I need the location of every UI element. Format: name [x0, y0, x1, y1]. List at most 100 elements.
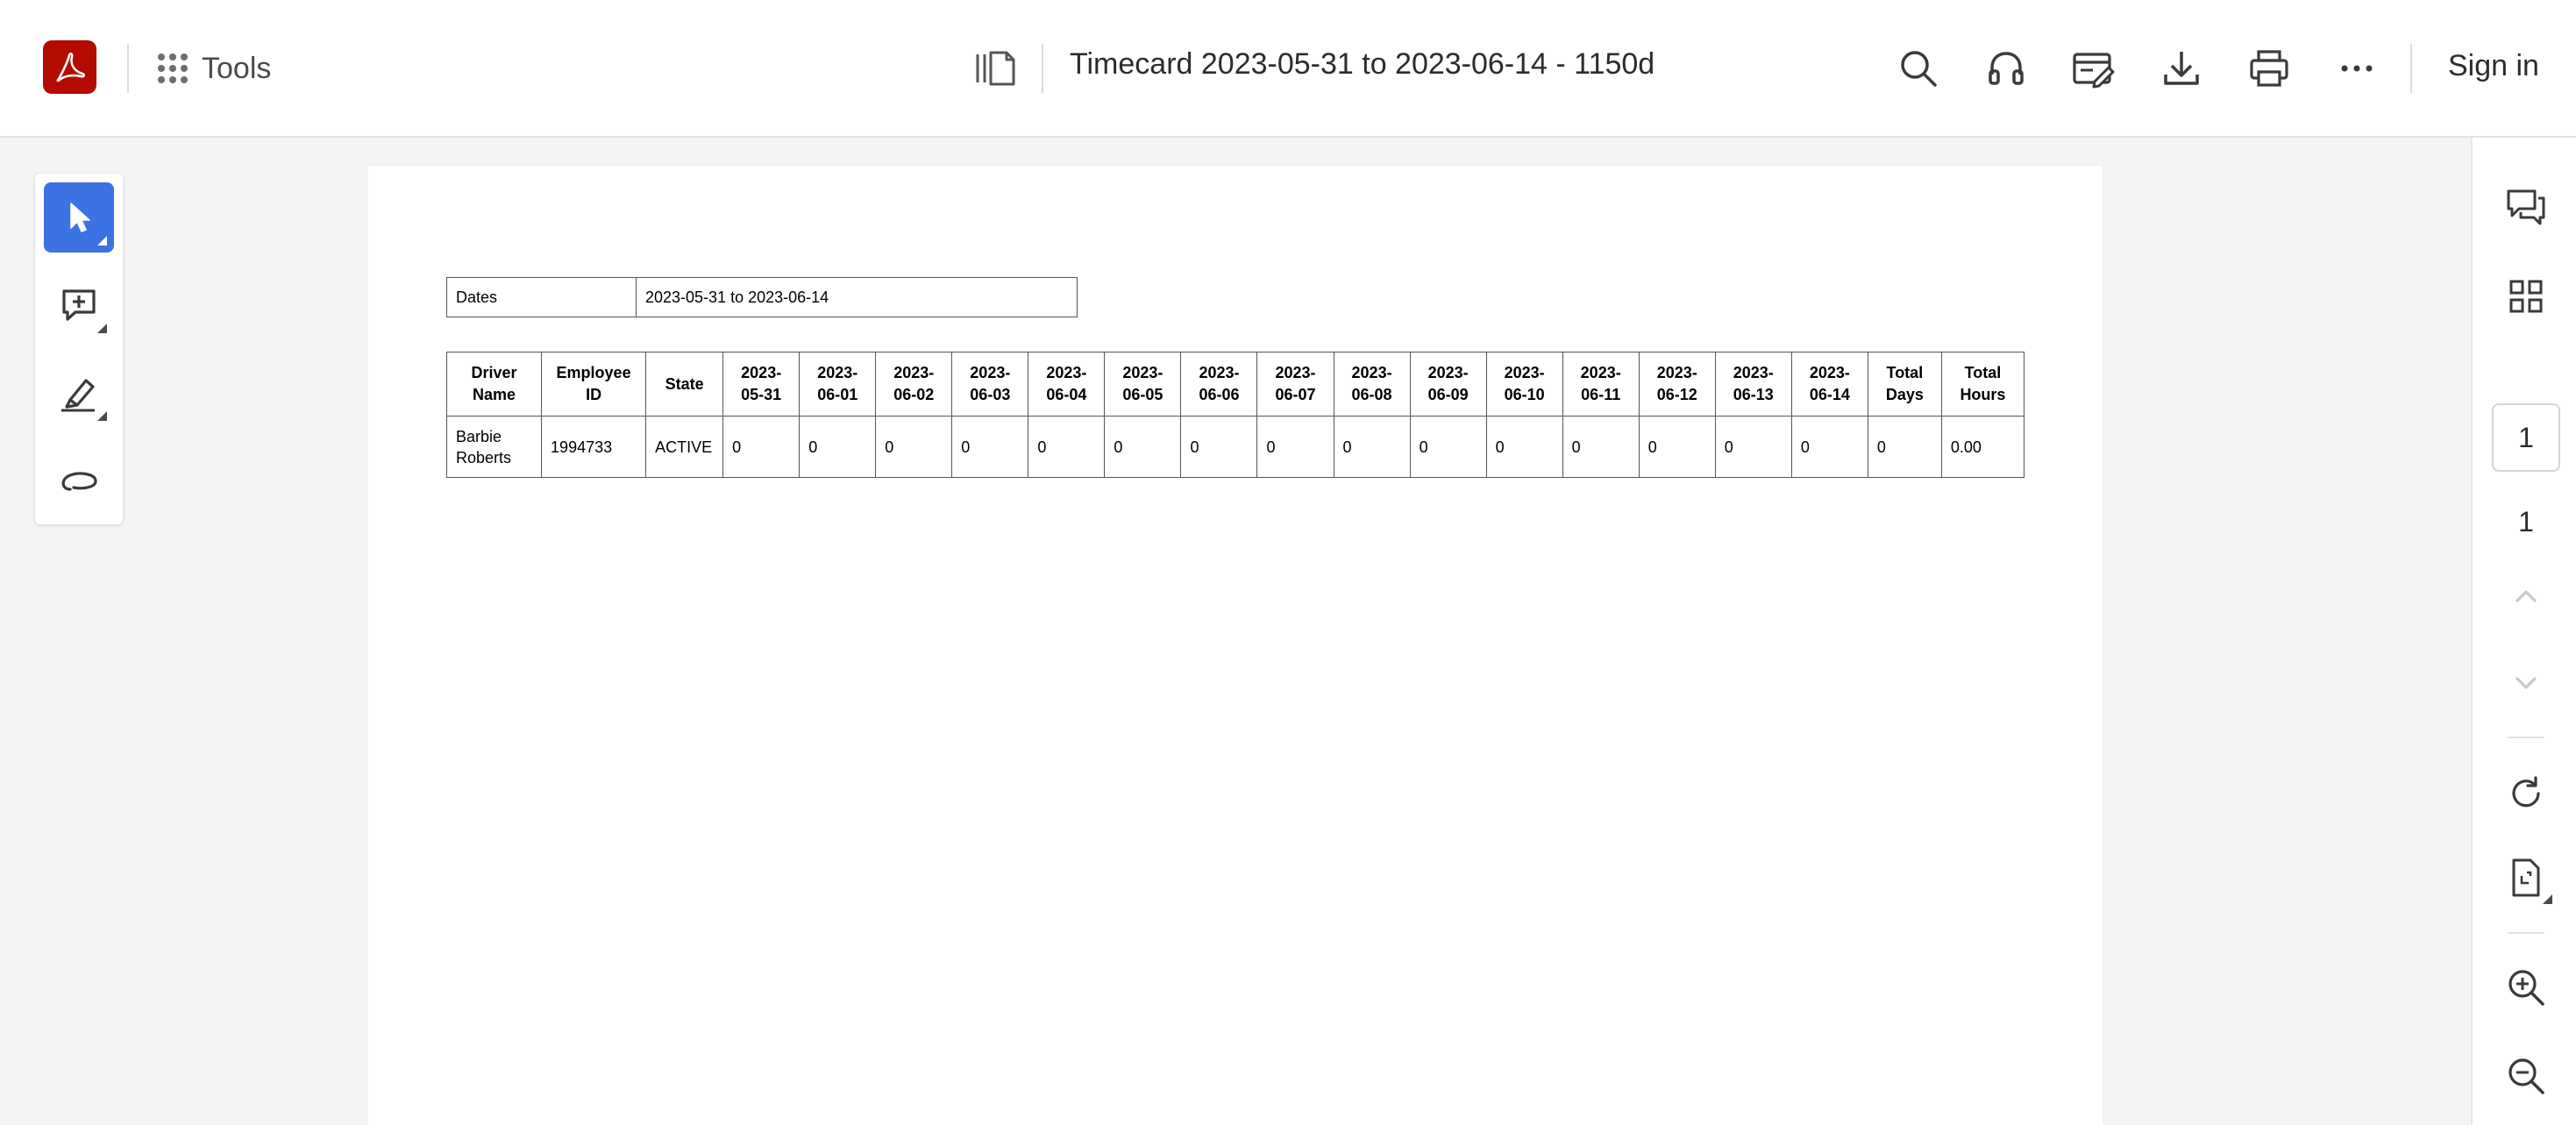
quick-tools-toolbar	[35, 174, 123, 524]
draw-tool-button[interactable]	[44, 445, 114, 516]
tools-label: Tools	[202, 51, 272, 85]
print-icon	[2250, 50, 2288, 87]
zoom-in-button[interactable]	[2503, 965, 2549, 1010]
highlight-tool-button[interactable]	[44, 358, 114, 428]
timecard-table: Driver Name Employee ID State 2023-05-31…	[445, 352, 2025, 478]
acrobat-logo[interactable]	[43, 40, 96, 94]
submenu-indicator-icon	[2543, 894, 2552, 904]
column-header: 2023-06-09	[1409, 352, 1487, 417]
read-aloud-button[interactable]	[1983, 46, 2029, 91]
table-cell: 0	[1409, 416, 1487, 478]
table-cell: 0	[1256, 416, 1334, 478]
page-thumbnails-button[interactable]	[2503, 274, 2549, 319]
zoom-out-button[interactable]	[2503, 1053, 2549, 1099]
column-header: 2023-06-05	[1104, 352, 1182, 417]
submenu-indicator-icon	[97, 236, 107, 246]
chevron-up-icon	[2516, 590, 2537, 602]
rotate-icon	[2512, 776, 2540, 808]
sign-icon	[2073, 53, 2115, 89]
next-page-button[interactable]	[2503, 660, 2549, 706]
add-comment-icon	[62, 289, 96, 321]
page-fit-button[interactable]	[2503, 855, 2552, 904]
fill-sign-button[interactable]	[2071, 46, 2117, 91]
more-options-button[interactable]	[2334, 46, 2380, 91]
divider	[1042, 44, 1043, 93]
column-header: 2023-06-11	[1562, 352, 1640, 417]
table-cell: 0	[951, 416, 1029, 478]
column-header: 2023-06-02	[875, 352, 953, 417]
document-page: Dates 2023-05-31 to 2023-06-14 Driver Na…	[368, 166, 2103, 1125]
column-header: 2023-05-31	[722, 352, 801, 417]
column-header: 2023-06-08	[1333, 352, 1411, 417]
table-cell: Barbie Roberts	[445, 416, 543, 478]
page-panel-icon	[976, 51, 1015, 86]
zoom-in-icon	[2508, 970, 2544, 1006]
sign-in-button[interactable]: Sign in	[2448, 49, 2539, 83]
submenu-indicator-icon	[97, 324, 107, 333]
search-button[interactable]	[1896, 46, 1941, 91]
previous-page-button[interactable]	[2503, 573, 2549, 619]
table-row: Barbie Roberts 1994733 ACTIVE 0 0 0 0 0 …	[445, 416, 2025, 478]
comments-icon	[2507, 189, 2545, 225]
headphones-icon	[1989, 52, 2024, 85]
column-header: 2023-06-14	[1790, 352, 1868, 417]
column-header: 2023-06-04	[1028, 352, 1106, 417]
zoom-out-icon	[2508, 1058, 2544, 1094]
table-cell: 0.00	[1940, 416, 2025, 478]
chevron-down-icon	[2516, 677, 2537, 689]
column-header: State	[645, 352, 724, 417]
rotate-button[interactable]	[2503, 771, 2549, 816]
divider	[2410, 44, 2412, 93]
highlighter-icon	[61, 379, 95, 412]
column-header: 2023-06-01	[799, 352, 877, 417]
current-page-input[interactable]: 1	[2492, 403, 2560, 472]
table-header-row: Driver Name Employee ID State 2023-05-31…	[445, 352, 2025, 417]
table-cell: 0	[1562, 416, 1640, 478]
table-cell: 0	[1714, 416, 1792, 478]
total-pages: 1	[2518, 506, 2534, 538]
column-header: 2023-06-06	[1180, 352, 1258, 417]
table-cell: 0	[1333, 416, 1411, 478]
column-header: Total Hours	[1940, 352, 2025, 417]
table-cell: 0	[1028, 416, 1106, 478]
tools-button[interactable]: Tools	[158, 46, 271, 91]
document-title: Timecard 2023-05-31 to 2023-06-14 - 1150…	[1070, 47, 1655, 81]
dates-table: Dates 2023-05-31 to 2023-06-14	[446, 277, 1078, 317]
column-header: 2023-06-07	[1256, 352, 1334, 417]
table-cell: ACTIVE	[645, 416, 724, 478]
select-tool-button[interactable]	[44, 182, 114, 253]
top-bar: Tools Timecard 2023-05-31 to 2023-06-14 …	[0, 0, 2576, 138]
right-rail: 1 1	[2471, 138, 2576, 1125]
document-panel-toggle[interactable]	[973, 46, 1019, 91]
submenu-indicator-icon	[97, 411, 107, 421]
column-header: Total Days	[1867, 352, 1942, 417]
acrobat-logo-icon	[56, 52, 85, 82]
add-comment-tool-button[interactable]	[44, 270, 114, 340]
column-header: Driver Name	[445, 352, 543, 417]
dates-label: Dates	[446, 277, 637, 317]
table-cell: 0	[1790, 416, 1868, 478]
comments-button[interactable]	[2503, 185, 2549, 231]
more-icon	[2341, 65, 2373, 72]
search-icon	[1901, 51, 1937, 87]
freehand-draw-icon	[61, 472, 97, 491]
download-icon	[2164, 52, 2199, 85]
table-cell: 1994733	[541, 416, 647, 478]
table-cell: 0	[1104, 416, 1182, 478]
app-grid-icon	[158, 53, 188, 83]
table-cell: 0	[1485, 416, 1563, 478]
divider	[2508, 737, 2544, 738]
fit-page-icon	[2512, 858, 2540, 897]
dates-row: Dates 2023-05-31 to 2023-06-14	[446, 277, 1078, 317]
column-header: 2023-06-13	[1714, 352, 1792, 417]
print-button[interactable]	[2246, 46, 2292, 91]
download-button[interactable]	[2159, 46, 2204, 91]
table-cell: 0	[1638, 416, 1716, 478]
dates-value: 2023-05-31 to 2023-06-14	[636, 277, 1078, 317]
thumbnails-grid-icon	[2509, 280, 2543, 313]
table-cell: 0	[799, 416, 877, 478]
table-cell: 0	[875, 416, 953, 478]
divider	[127, 44, 129, 93]
table-cell: 0	[722, 416, 801, 478]
table-cell: 0	[1867, 416, 1942, 478]
